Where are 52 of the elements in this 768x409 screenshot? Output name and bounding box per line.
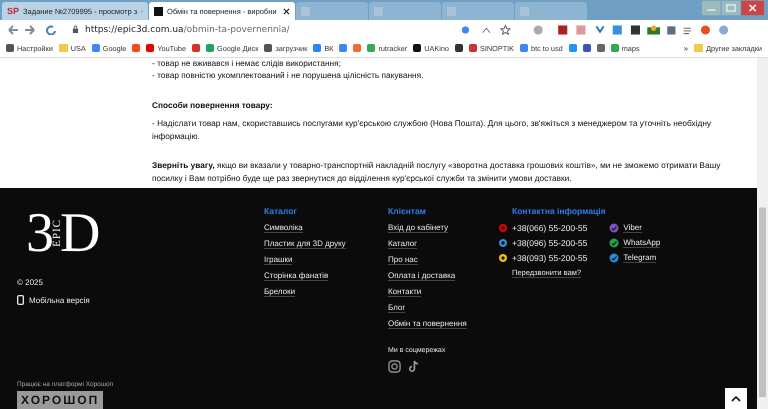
bookmark-favicon-icon [6,44,14,52]
footer-link[interactable]: Про нас [388,255,418,265]
bookmark-favicon-icon [264,44,272,52]
footer-link[interactable]: Іграшки [264,255,292,265]
footer-link[interactable]: Оплата і доставка [388,271,456,281]
scrollbar-drawing[interactable] [757,58,768,409]
bookmark-favicon-icon [313,44,322,52]
mobile-version-link[interactable]: Мобільна версія [17,295,264,305]
bookmark-favicon-icon [520,44,528,52]
copyright-text: © 2025 [17,278,44,287]
window-controls-icon[interactable] [702,0,764,16]
platform-logo[interactable]: ХОРОШОП [17,391,104,409]
paragraph: - Надіслати товар нам, скориставшись послугами кур'єрською службою (Нова Пошта). Для цього, зв'яжіться з менеджером та уточніть необхідну інформацію. [152,117,712,143]
footer-link[interactable]: Символіка [264,223,303,233]
more-bookmarks-button[interactable]: » [684,44,688,52]
phone-number-link[interactable]: +38(093) 55-200-55 [512,253,588,263]
scroll-to-top-button[interactable] [725,388,747,409]
footer-link[interactable]: Блог [388,303,406,313]
column-title: Контактна інформація [512,206,606,216]
footer-link[interactable]: Брелоки [264,287,296,297]
section-heading: Способи повернення товару: [152,99,274,111]
tiktok-icon[interactable] [407,360,420,373]
lock-icon [72,25,79,34]
site-favicon-icon [154,6,163,16]
messenger-link[interactable]: Viber [623,223,642,233]
phone-number-link[interactable]: +38(066) 55-200-55 [512,223,588,233]
folder-icon [694,44,704,52]
list-item-text: - товар повністю укомплектований і не порушена цілісність пакування. [152,69,424,81]
column-title: Клієнтам [388,206,426,216]
footer-link[interactable]: Каталог [388,239,418,249]
footer-link[interactable]: Пластик для 3D друку [264,239,346,249]
site-favicon-icon: SP [7,6,20,16]
list-item-text: - товар не вживався і немає слідів використання; [152,57,342,69]
chevron-up-icon [731,396,741,402]
bookmark[interactable] [454,44,463,52]
phone-number-link[interactable]: +38(096) 55-200-55 [512,238,588,248]
instagram-icon[interactable] [388,360,401,373]
bookmark-favicon-icon [413,44,422,52]
messenger-link[interactable]: WhatsApp [623,238,660,248]
phone-icon [17,295,24,305]
footer-link[interactable]: Обмін та повернення [388,319,467,329]
folder-icon [58,44,68,52]
column-title: Каталог [264,206,297,216]
epic-3d-logo[interactable]: 3 EPIC D [26,206,101,260]
navigation-arrows-icon[interactable] [8,24,58,34]
bookmark-favicon-icon [92,44,100,52]
footer-link[interactable]: Контакти [388,287,422,297]
footer-link[interactable]: Вхід до кабінету [388,223,448,233]
address-bar[interactable]: https://epic3d.com.ua/obmin-ta-povernennia/ [85,24,290,34]
messenger-link[interactable]: Telegram [623,253,656,263]
footer-link[interactable]: Сторінка фанатів [264,271,328,281]
paragraph: Зверніть увагу, якщо ви вказали у товарно-транспортній накладній послугу «зворотна доставка грошових коштів», ми не зможемо отримати Вашу посилку і Вам потрібно буде ще раз звернутися до відділення кур'єрської служби та змінити умови доставки. [152,159,722,185]
